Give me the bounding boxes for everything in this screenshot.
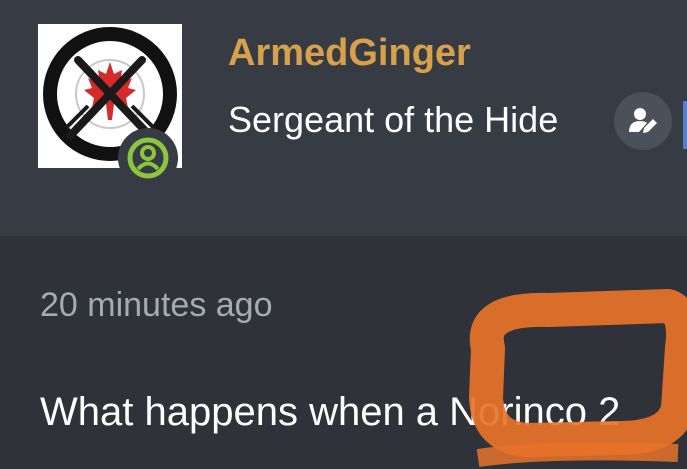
edge-accent-bar <box>683 101 687 149</box>
online-user-icon <box>127 137 169 179</box>
user-title: Sergeant of the Hide <box>228 99 559 140</box>
post-timestamp[interactable]: 20 minutes ago <box>40 286 273 325</box>
edit-profile-button[interactable] <box>614 92 672 150</box>
profile-header: ArmedGinger Sergeant of the Hide <box>0 0 687 236</box>
username[interactable]: ArmedGinger <box>228 32 471 75</box>
online-status-badge <box>118 128 178 188</box>
redaction-scribble <box>469 289 687 467</box>
edit-user-icon <box>629 108 657 133</box>
